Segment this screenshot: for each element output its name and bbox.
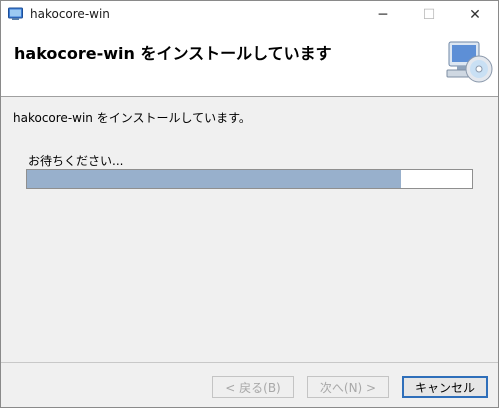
installer-window: hakocore-win ─ ☐ ✕ hakocore-win をインストールし…	[0, 0, 499, 408]
progress-fill	[27, 170, 401, 188]
status-message: hakocore-win をインストールしています。	[13, 111, 251, 125]
installer-icon	[8, 7, 23, 20]
cancel-button[interactable]: キャンセル	[402, 376, 488, 398]
back-button[interactable]: < 戻る(B)	[212, 376, 294, 398]
title-bar: hakocore-win ─ ☐ ✕	[1, 1, 498, 28]
maximize-icon: ☐	[422, 6, 436, 23]
cancel-button-label: キャンセル	[414, 380, 475, 395]
maximize-button[interactable]: ☐	[406, 1, 452, 28]
close-icon: ✕	[469, 6, 481, 23]
close-button[interactable]: ✕	[452, 1, 498, 28]
progress-bar	[26, 169, 473, 189]
back-button-label: < 戻る(B)	[225, 380, 281, 395]
wait-label: お待ちください...	[28, 154, 124, 168]
minimize-icon: ─	[378, 6, 388, 23]
footer-divider	[1, 362, 498, 363]
minimize-button[interactable]: ─	[360, 1, 406, 28]
next-button-label: 次へ(N) >	[319, 380, 377, 395]
window-title: hakocore-win	[30, 7, 110, 21]
next-button[interactable]: 次へ(N) >	[307, 376, 389, 398]
banner-title: hakocore-win をインストールしています	[14, 44, 332, 63]
header-banner: hakocore-win をインストールしています	[1, 28, 498, 97]
computer-disc-icon	[446, 41, 493, 83]
